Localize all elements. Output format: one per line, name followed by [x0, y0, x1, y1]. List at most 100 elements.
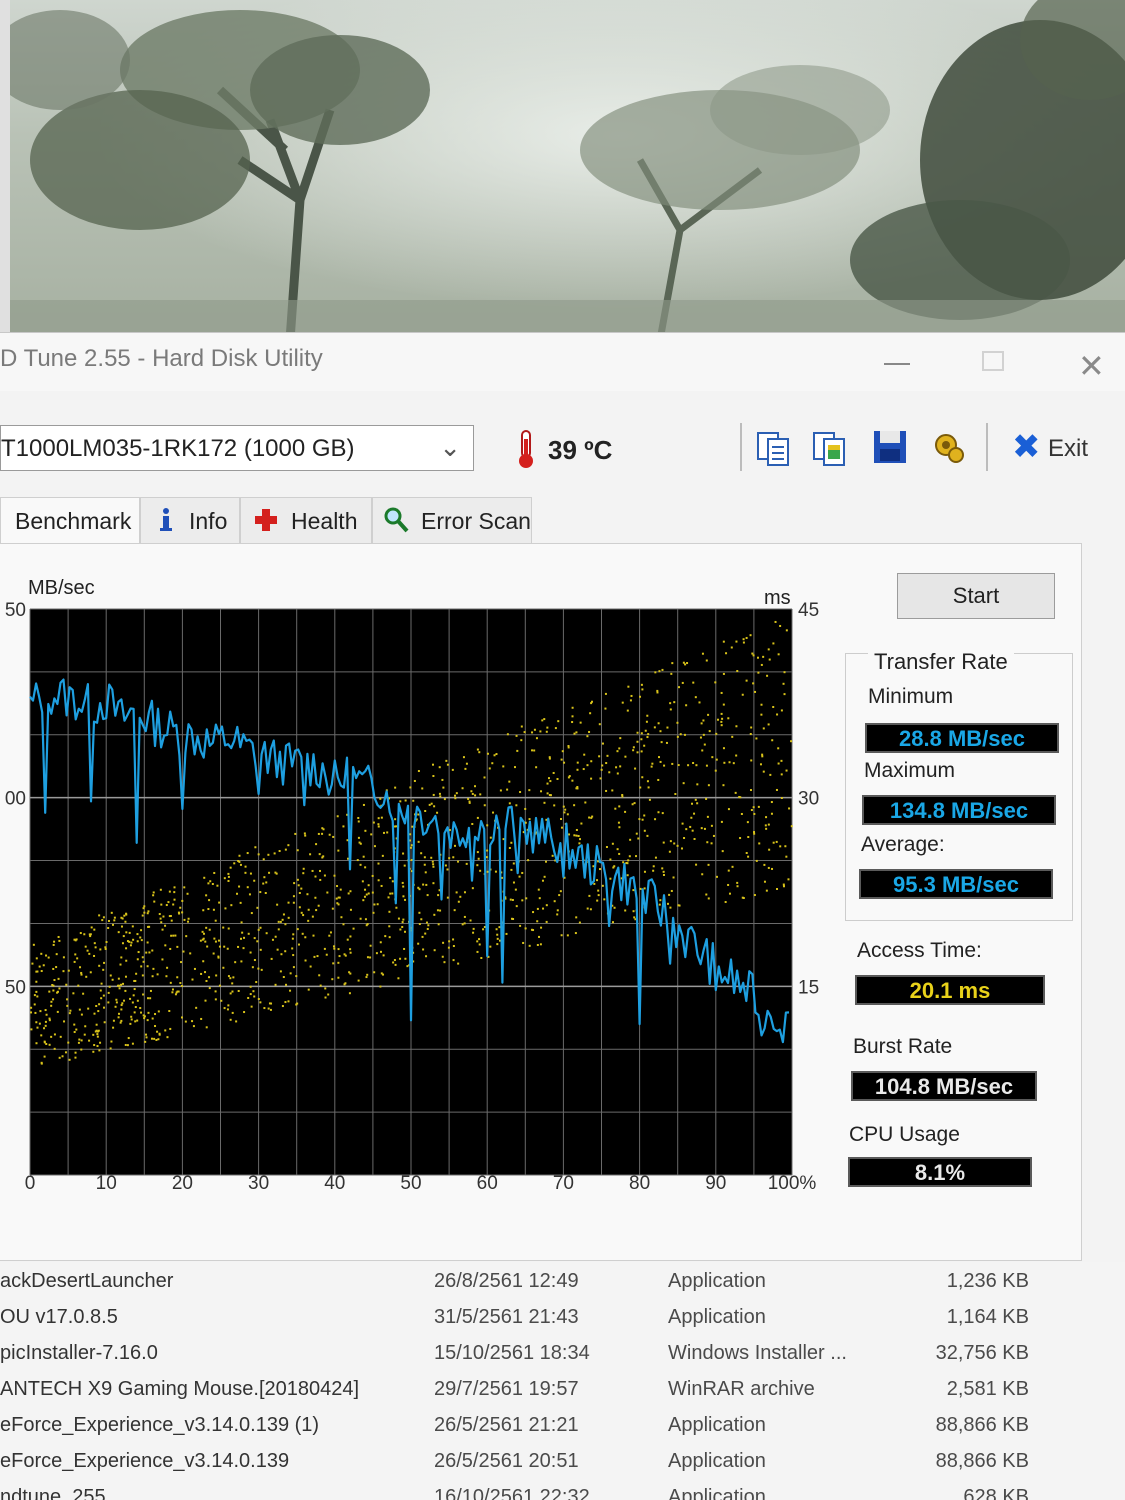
access-time-point	[170, 934, 173, 937]
access-time-point	[745, 851, 748, 854]
copy-text-icon[interactable]	[754, 427, 794, 467]
access-time-point	[143, 905, 146, 908]
access-time-point	[425, 883, 428, 886]
maximize-button[interactable]	[982, 351, 1004, 371]
access-time-point	[262, 858, 265, 861]
access-time-point	[113, 916, 116, 919]
file-type: Windows Installer ...	[668, 1342, 847, 1364]
access-time-point	[364, 888, 367, 891]
access-time-point	[152, 894, 155, 897]
access-time-point	[394, 786, 397, 789]
access-time-point	[112, 1019, 115, 1022]
access-time-point	[110, 911, 113, 914]
access-time-point	[136, 1019, 139, 1022]
access-time-point	[259, 891, 262, 894]
access-time-point	[598, 723, 601, 726]
start-button[interactable]: Start	[897, 573, 1055, 619]
close-button[interactable]: ✕	[1078, 347, 1105, 385]
access-time-point	[639, 786, 642, 789]
access-time-point	[433, 805, 436, 808]
access-time-point	[470, 790, 473, 793]
file-row[interactable]: ackDesertLauncher 26/8/2561 12:49 Applicat…	[0, 1266, 1125, 1302]
access-time-point	[333, 874, 336, 877]
access-time-point	[191, 1020, 194, 1023]
file-row[interactable]: eForce_Experience_v3.14.0.139 26/5/2561 2…	[0, 1446, 1125, 1482]
tab-error-scan[interactable]: Error Scan	[372, 497, 532, 543]
access-time-point	[36, 995, 39, 998]
minimize-button[interactable]	[884, 363, 910, 365]
access-time-point	[136, 999, 139, 1002]
access-time-point	[30, 1011, 33, 1014]
copy-image-icon[interactable]	[810, 427, 850, 467]
toolbar-separator	[986, 423, 988, 471]
access-time-point	[318, 869, 321, 872]
access-time-point	[262, 882, 265, 885]
access-time-point	[552, 771, 555, 774]
access-time-point	[575, 731, 578, 734]
tab-benchmark[interactable]: Benchmark	[0, 497, 140, 545]
access-time-point	[652, 865, 655, 868]
access-time-point	[723, 761, 726, 764]
file-date: 16/10/2561 22:32	[434, 1486, 590, 1500]
access-time-point	[660, 741, 663, 744]
file-row[interactable]: ANTECH X9 Gaming Mouse.[20180424] 29/7/25…	[0, 1374, 1125, 1410]
access-time-point	[448, 940, 451, 943]
access-time-point	[691, 829, 694, 832]
access-time-point	[296, 928, 299, 931]
options-icon[interactable]	[928, 427, 968, 467]
access-time-point	[372, 911, 375, 914]
access-time-point	[115, 998, 118, 1001]
file-row[interactable]: picInstaller-7.16.0 15/10/2561 18:34 Windo…	[0, 1338, 1125, 1374]
access-time-point	[619, 765, 622, 768]
info-icon	[160, 508, 172, 531]
tab-info[interactable]: Info	[140, 497, 240, 543]
access-time-point	[214, 998, 217, 1001]
access-time-point	[311, 869, 314, 872]
access-time-point	[446, 896, 449, 899]
access-time-point	[596, 879, 599, 882]
access-time-point	[205, 894, 208, 897]
access-time-point	[168, 890, 171, 893]
access-time-point	[52, 989, 55, 992]
access-time-point	[384, 935, 387, 938]
access-time-point	[103, 1006, 106, 1009]
access-time-point	[296, 849, 299, 852]
access-time-point	[362, 855, 365, 858]
access-time-point	[53, 979, 56, 982]
access-time-point	[92, 1050, 95, 1053]
file-row[interactable]: eForce_Experience_v3.14.0.139 (1) 26/5/25…	[0, 1410, 1125, 1446]
access-time-point	[471, 792, 474, 795]
access-time-point	[524, 807, 527, 810]
access-time-point	[431, 763, 434, 766]
access-time-point	[536, 920, 539, 923]
access-time-point	[706, 841, 709, 844]
file-row[interactable]: ndtune_255 16/10/2561 22:32 Application 628…	[0, 1482, 1125, 1500]
access-time-point	[192, 1025, 195, 1028]
access-time-point	[476, 940, 479, 943]
access-time-point	[543, 875, 546, 878]
access-time-point	[633, 916, 636, 919]
access-time-point	[761, 755, 764, 758]
access-time-point	[417, 942, 420, 945]
access-time-point	[760, 663, 763, 666]
access-time-point	[337, 961, 340, 964]
file-row[interactable]: OU v17.0.8.5 31/5/2561 21:43 Application 1,…	[0, 1302, 1125, 1338]
access-time-point	[314, 875, 317, 878]
access-time-point	[720, 712, 723, 715]
save-icon[interactable]	[870, 427, 910, 467]
access-time-point	[223, 945, 226, 948]
access-time-point	[90, 926, 93, 929]
access-time-point	[698, 701, 701, 704]
drive-select[interactable]: T1000LM035-1RK172 (1000 GB) ⌄	[0, 425, 474, 471]
access-time-point	[159, 888, 162, 891]
access-time-point	[323, 874, 326, 877]
y-left-tick-label: 00	[5, 789, 26, 810]
access-time-point	[508, 847, 511, 850]
tab-health[interactable]: Health	[240, 497, 372, 543]
access-time-point	[295, 975, 298, 978]
access-time-point	[643, 744, 646, 747]
access-time-point	[632, 746, 635, 749]
access-time-point	[239, 901, 242, 904]
access-time-point	[605, 846, 608, 849]
access-time-point	[547, 777, 550, 780]
